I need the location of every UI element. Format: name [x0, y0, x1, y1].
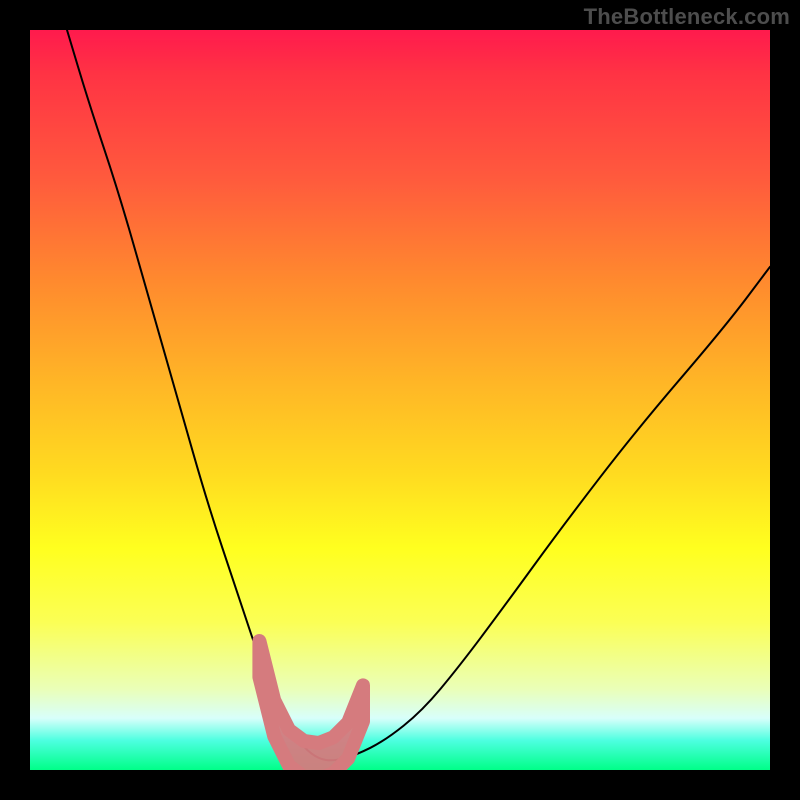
- plot-gradient-area: [30, 30, 770, 770]
- watermark-text: TheBottleneck.com: [584, 4, 790, 30]
- chart-frame: TheBottleneck.com: [0, 0, 800, 800]
